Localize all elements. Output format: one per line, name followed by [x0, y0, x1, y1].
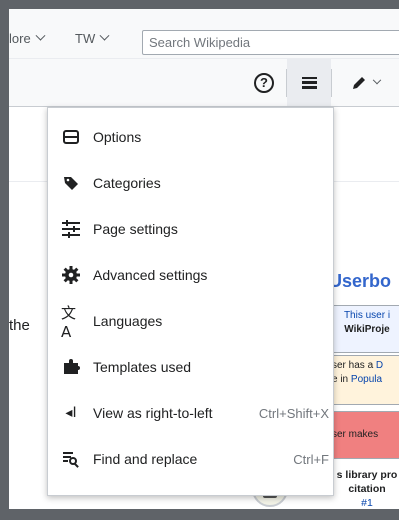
chevron-down-icon	[35, 30, 46, 41]
page-options-menu-button[interactable]	[287, 59, 331, 106]
menu-item-advanced-settings[interactable]: Advanced settings	[48, 252, 333, 298]
toolbar-divider	[331, 69, 332, 97]
tw-menu-button[interactable]: TW	[75, 30, 110, 46]
help-button[interactable]: ?	[242, 59, 286, 106]
article-text-fragment: the	[9, 317, 30, 334]
menu-item-label: Find and replace	[93, 451, 198, 467]
page-settings-icon	[61, 219, 81, 239]
menu-item-label: View as right-to-left	[93, 405, 213, 421]
tw-menu-label: TW	[75, 31, 96, 46]
menu-item-label: Options	[93, 129, 142, 145]
userboxes-heading: Userbo	[329, 271, 392, 291]
chevron-down-icon	[99, 30, 110, 41]
userbox-wikiproject: This user i WikiProje	[327, 305, 399, 353]
menu-item-templates-used[interactable]: Templates used	[48, 344, 333, 390]
puzzle-icon	[61, 357, 81, 377]
editor-toolbar: ?	[9, 59, 399, 107]
language-icon: 文A	[61, 303, 77, 341]
more-menu-button[interactable]: lore	[9, 30, 46, 46]
edit-mode-button[interactable]	[337, 59, 393, 106]
userbox-text: ser makes	[332, 429, 379, 441]
userbox-link[interactable]: #1	[331, 496, 399, 509]
userbox-text: citation	[348, 483, 386, 496]
tag-icon	[61, 173, 81, 193]
userbox-library: s library pro citation #1	[327, 465, 399, 509]
menu-item-view-rtl[interactable]: ◂I View as right-to-left Ctrl+Shift+X	[48, 390, 333, 436]
chevron-down-icon	[372, 75, 381, 84]
menu-item-languages[interactable]: 文A Languages	[48, 298, 333, 344]
menu-item-page-settings[interactable]: Page settings	[48, 206, 333, 252]
menu-item-shortcut: Ctrl+Shift+X	[258, 405, 329, 421]
help-icon: ?	[254, 72, 274, 93]
page-options-dropdown-menu: Options Categories Page settings Advance…	[47, 107, 334, 496]
userbox-text: e in	[332, 373, 351, 385]
userbox-link[interactable]: D	[376, 360, 383, 371]
menu-item-label: Page settings	[93, 221, 178, 237]
pencil-icon	[352, 76, 365, 89]
userbox-makes: ser makes	[327, 411, 399, 459]
menu-item-options[interactable]: Options	[48, 114, 333, 160]
top-navigation-bar: lore TW	[9, 9, 399, 59]
rtl-icon: ◂I	[65, 405, 77, 421]
userbox-popular: ser has a D e in Popula	[327, 355, 399, 405]
userbox-text: ser has a	[332, 360, 376, 371]
userbox-text: s library pro	[336, 469, 398, 481]
hamburger-icon	[301, 76, 317, 89]
app-frame: lore TW ? the Userbo Th	[9, 9, 399, 509]
more-menu-label: lore	[9, 31, 31, 46]
gear-icon	[61, 265, 81, 285]
menu-item-label: Languages	[93, 313, 163, 329]
search-input[interactable]	[142, 30, 399, 55]
options-icon	[61, 127, 81, 147]
menu-item-label: Advanced settings	[93, 267, 208, 283]
menu-item-shortcut: Ctrl+F	[293, 451, 329, 467]
userbox-text: This user i	[343, 310, 391, 321]
menu-item-label: Categories	[93, 175, 161, 191]
userbox-link[interactable]: Popula	[351, 374, 382, 385]
menu-item-find-replace[interactable]: Find and replace Ctrl+F	[48, 436, 333, 482]
find-replace-icon	[61, 449, 81, 469]
userbox-text: WikiProje	[344, 323, 390, 335]
menu-item-categories[interactable]: Categories	[48, 160, 333, 206]
menu-item-label: Templates used	[93, 359, 192, 375]
